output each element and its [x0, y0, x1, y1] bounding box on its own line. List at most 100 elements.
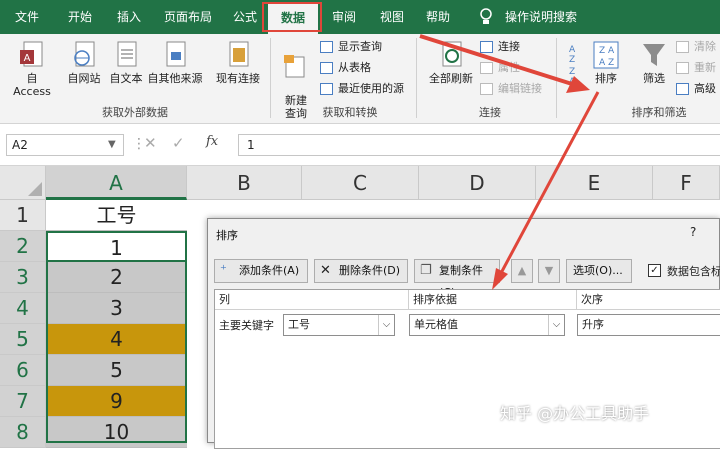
filter-label: 筛选: [643, 72, 665, 85]
cell-a6[interactable]: 5: [46, 355, 187, 386]
recent-sources-button[interactable]: 最近使用的源: [320, 80, 404, 98]
funnel-icon: [643, 44, 665, 66]
select-all-corner[interactable]: [0, 166, 46, 200]
from-access-button[interactable]: A 自 Access: [6, 40, 58, 98]
tab-file[interactable]: 文件: [4, 0, 50, 34]
existing-connections-icon: [229, 41, 249, 67]
cell-a8[interactable]: 10: [46, 417, 187, 448]
column-header-e[interactable]: E: [536, 166, 653, 200]
filter-button[interactable]: 筛选: [636, 40, 672, 85]
column-header-order: 次序: [577, 290, 720, 310]
cell-a3[interactable]: 2: [46, 262, 187, 293]
reapply-label: 重新: [694, 61, 716, 74]
cell-a2[interactable]: 1: [46, 231, 187, 262]
has-header-checkbox[interactable]: ✓: [648, 264, 661, 277]
order-value: 升序: [582, 318, 604, 331]
web-icon: [74, 41, 95, 67]
from-text-button[interactable]: 自文本: [104, 40, 148, 85]
other-sources-icon: [166, 41, 186, 67]
insert-function-icon[interactable]: fx: [206, 134, 218, 149]
chevron-down-icon: ⌵: [378, 315, 394, 335]
svg-text:A Z: A Z: [599, 58, 614, 68]
from-web-button[interactable]: 自网站: [62, 40, 106, 85]
cell-a1[interactable]: 工号: [46, 200, 187, 231]
row-header[interactable]: 8: [0, 417, 46, 448]
advanced-filter-button[interactable]: 高级: [676, 80, 716, 98]
tab-help[interactable]: 帮助: [418, 0, 458, 34]
group-label-sort-filter: 排序和筛选: [631, 106, 687, 119]
has-header-label: 数据包含标: [667, 265, 720, 278]
text-file-icon: [117, 41, 137, 67]
clear-filter-button[interactable]: 清除: [676, 38, 716, 56]
sort-button[interactable]: Z A A Z 排序: [588, 40, 624, 85]
tell-me-search[interactable]: 操作说明搜索: [498, 0, 584, 34]
column-header-col: 列: [215, 290, 409, 310]
row-header[interactable]: 7: [0, 386, 46, 417]
order-select[interactable]: 升序: [577, 314, 720, 336]
column-header-c[interactable]: C: [302, 166, 419, 200]
move-down-button[interactable]: ▼: [538, 259, 560, 283]
reapply-icon: [676, 62, 689, 74]
cell-a7[interactable]: 9: [46, 386, 187, 417]
sort-column-select[interactable]: 工号 ⌵: [283, 314, 395, 336]
column-header-d[interactable]: D: [419, 166, 536, 200]
show-queries-label: 显示查询: [338, 40, 382, 53]
up-arrow-icon: ▲: [517, 264, 527, 277]
row-header[interactable]: 3: [0, 262, 46, 293]
add-level-button[interactable]: ⁺ 添加条件(A): [214, 259, 308, 283]
tab-view[interactable]: 视图: [372, 0, 412, 34]
column-header-a[interactable]: A: [46, 166, 187, 200]
svg-text:A: A: [24, 53, 31, 64]
tab-home[interactable]: 开始: [58, 0, 102, 34]
watermark: 知乎 @办公工具助手: [500, 404, 650, 423]
tab-page-layout[interactable]: 页面布局: [158, 0, 218, 34]
refresh-all-label: 全部刷新: [429, 72, 473, 85]
from-table-button[interactable]: 从表格: [320, 59, 371, 77]
row-header[interactable]: 4: [0, 293, 46, 324]
cell-a4[interactable]: 3: [46, 293, 187, 324]
sort-on-select[interactable]: 单元格值 ⌵: [409, 314, 565, 336]
name-box[interactable]: A2: [6, 134, 124, 156]
delete-level-button[interactable]: ✕ 删除条件(D): [314, 259, 408, 283]
enter-icon[interactable]: ✓: [172, 134, 185, 152]
sort-az-icon[interactable]: AZZA: [566, 40, 586, 87]
svg-text:Z: Z: [569, 55, 575, 65]
properties-icon: [480, 62, 493, 74]
tab-review[interactable]: 审阅: [326, 0, 362, 34]
cancel-icon[interactable]: ✕: [144, 134, 157, 152]
connections-button[interactable]: 连接: [480, 38, 520, 56]
row-header[interactable]: 2: [0, 231, 46, 262]
show-queries-button[interactable]: 显示查询: [320, 38, 382, 56]
data-tab-highlight: [262, 2, 322, 32]
sort-label: 排序: [595, 72, 617, 85]
access-icon: A: [20, 41, 43, 67]
refresh-all-button[interactable]: 全部刷新: [426, 40, 476, 85]
from-web-label: 自网站: [67, 72, 101, 85]
sort-levels-table: 列 排序依据 次序 主要关键字 工号 ⌵ 单元格值 ⌵ 升序: [214, 289, 720, 449]
name-box-dropdown-icon[interactable]: ▼: [108, 139, 116, 150]
existing-connections-label: 现有连接: [216, 72, 260, 85]
from-other-sources-label: 自其他来源: [147, 72, 203, 85]
options-button[interactable]: 选项(O)...: [566, 259, 632, 283]
existing-connections-button[interactable]: 现有连接: [212, 40, 264, 85]
svg-text:Z A: Z A: [599, 46, 615, 56]
reapply-button[interactable]: 重新: [676, 59, 716, 77]
from-other-sources-button[interactable]: 自其他来源: [144, 40, 206, 85]
row-header[interactable]: 1: [0, 200, 46, 231]
edit-links-button[interactable]: 编辑链接: [480, 80, 542, 98]
tab-insert[interactable]: 插入: [108, 0, 150, 34]
advanced-icon: [676, 83, 689, 95]
column-header-f[interactable]: F: [653, 166, 720, 200]
move-up-button[interactable]: ▲: [511, 259, 533, 283]
properties-button[interactable]: 属性: [480, 59, 520, 77]
copy-level-button[interactable]: ❐复制条件(C): [414, 259, 500, 299]
ribbon: A 自 Access 自网站 自文本 自其他来源 现有连接 获取外部数据 新建 …: [0, 34, 720, 124]
help-icon[interactable]: ?: [690, 225, 696, 239]
tab-formulas[interactable]: 公式: [225, 0, 265, 34]
cell-a5[interactable]: 4: [46, 324, 187, 355]
row-header[interactable]: 6: [0, 355, 46, 386]
formula-input[interactable]: 1: [238, 134, 720, 156]
column-header-b[interactable]: B: [187, 166, 302, 200]
row-header[interactable]: 5: [0, 324, 46, 355]
clear-icon: [676, 41, 689, 53]
